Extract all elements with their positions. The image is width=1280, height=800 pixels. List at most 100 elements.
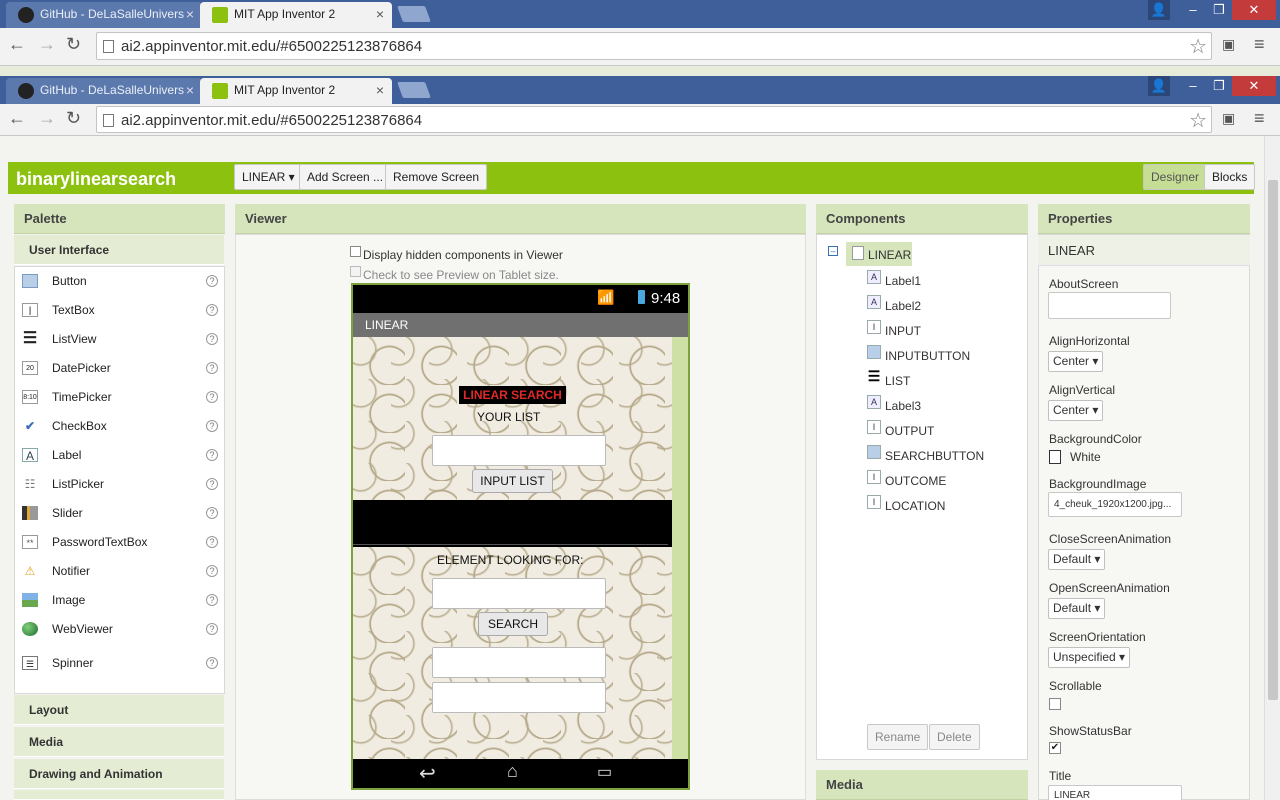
reload-icon[interactable]: ↻ — [66, 108, 81, 128]
restore-icon[interactable]: ❐ — [1206, 0, 1232, 20]
tablet-preview-checkbox[interactable] — [350, 266, 361, 277]
orientation-select[interactable]: Unspecified ▾ — [1048, 647, 1131, 668]
scrollbar-thumb[interactable] — [1268, 180, 1278, 700]
about-screen-field[interactable] — [1048, 292, 1171, 319]
help-icon[interactable]: ? — [206, 594, 218, 606]
close-icon[interactable]: × — [376, 78, 384, 102]
page-scrollbar[interactable] — [1264, 136, 1280, 800]
remove-screen-button[interactable]: Remove Screen — [385, 164, 488, 190]
palette-item-spinner[interactable]: ☰ Spinner? — [14, 649, 224, 678]
help-icon[interactable]: ? — [206, 623, 218, 635]
close-icon[interactable]: × — [186, 2, 194, 26]
palette-item-button[interactable]: Button? — [14, 267, 224, 296]
search-button[interactable]: SEARCH — [478, 612, 548, 636]
scrollable-checkbox[interactable] — [1049, 698, 1061, 710]
help-icon[interactable]: ? — [206, 362, 218, 374]
back-address-bar[interactable]: ai2.appinventor.mit.edu/#650022512387686… — [96, 32, 1212, 60]
help-icon[interactable]: ? — [206, 449, 218, 461]
show-status-bar-checkbox[interactable]: ✔ — [1049, 742, 1061, 754]
background-image-field[interactable]: 4_cheuk_1920x1200.jpg... — [1048, 492, 1182, 517]
palette-item-textbox[interactable]: I TextBox? — [14, 296, 224, 325]
tab-github[interactable]: GitHub - DeLaSalleUnivers × — [6, 78, 202, 104]
nav-recent-icon[interactable]: ▭ — [597, 762, 612, 782]
blocks-button[interactable]: Blocks — [1204, 164, 1256, 190]
close-icon[interactable]: × — [376, 2, 384, 26]
tree-root-screen[interactable]: LINEAR — [846, 242, 912, 266]
hidden-components-checkbox[interactable] — [350, 246, 361, 257]
close-window-icon[interactable]: ✕ — [1232, 76, 1276, 96]
close-icon[interactable]: × — [186, 78, 194, 102]
input-textbox[interactable] — [432, 435, 606, 466]
help-icon[interactable]: ? — [206, 275, 218, 287]
palette-item-checkbox[interactable]: ✔ CheckBox? — [14, 412, 224, 441]
collapse-icon[interactable]: – — [828, 246, 838, 256]
help-icon[interactable]: ? — [206, 333, 218, 345]
palette-item-notifier[interactable]: ⚠ Notifier? — [14, 557, 224, 586]
close-window-icon[interactable]: ✕ — [1232, 0, 1276, 20]
help-icon[interactable]: ? — [206, 420, 218, 432]
extensions-icon[interactable]: ▣ — [1222, 108, 1235, 128]
palette-item-image[interactable]: Image? — [14, 586, 224, 615]
help-icon[interactable]: ? — [206, 304, 218, 316]
help-icon[interactable]: ? — [206, 478, 218, 490]
open-animation-select[interactable]: Default ▾ — [1048, 598, 1106, 619]
palette-section-layout[interactable]: Layout — [14, 695, 224, 725]
extensions-icon[interactable]: ▣ — [1222, 34, 1235, 54]
close-animation-select[interactable]: Default ▾ — [1048, 549, 1106, 570]
palette-section-media[interactable]: Media — [14, 727, 224, 757]
palette-section-user-interface[interactable]: User Interface — [14, 235, 224, 265]
nav-back-icon[interactable]: ↩ — [419, 761, 436, 786]
user-icon[interactable]: 👤 — [1148, 0, 1170, 20]
star-icon[interactable]: ☆ — [1189, 108, 1207, 133]
address-bar[interactable]: ai2.appinventor.mit.edu/#650022512387686… — [96, 106, 1212, 133]
rename-button[interactable]: Rename — [867, 724, 929, 750]
background-color-value[interactable]: White — [1070, 450, 1101, 464]
input-list-button[interactable]: INPUT LIST — [472, 469, 553, 493]
menu-icon[interactable]: ≡ — [1254, 34, 1265, 54]
back-icon[interactable]: ← — [8, 108, 26, 128]
title-field[interactable]: LINEAR — [1048, 785, 1182, 800]
tab-appinventor[interactable]: MIT App Inventor 2 × — [200, 78, 392, 104]
back-tab-github[interactable]: GitHub - DeLaSalleUnivers × — [6, 2, 202, 28]
delete-button[interactable]: Delete — [929, 724, 980, 750]
location-textbox[interactable] — [432, 682, 606, 713]
new-tab-button[interactable] — [397, 6, 431, 22]
palette-item-slider[interactable]: Slider? — [14, 499, 224, 528]
color-swatch[interactable] — [1049, 450, 1061, 464]
palette-item-passwordtextbox[interactable]: ** PasswordTextBox? — [14, 528, 224, 557]
list-view[interactable] — [353, 500, 672, 547]
palette-item-webviewer[interactable]: WebViewer? — [14, 615, 224, 644]
help-icon[interactable]: ? — [206, 536, 218, 548]
user-icon[interactable]: 👤 — [1148, 76, 1170, 96]
help-icon[interactable]: ? — [206, 657, 218, 669]
palette-section-drawing[interactable]: Drawing and Animation — [14, 759, 224, 789]
palette-item-listpicker[interactable]: ☷ ListPicker? — [14, 470, 224, 499]
outcome-textbox[interactable] — [432, 647, 606, 678]
palette-item-listview[interactable]: ☰ ListView? — [14, 325, 224, 354]
output-textbox[interactable] — [432, 578, 606, 609]
forward-icon[interactable]: → — [38, 108, 56, 128]
palette-item-timepicker[interactable]: 8:10 TimePicker? — [14, 383, 224, 412]
minimize-icon[interactable]: – — [1180, 76, 1206, 96]
wifi-icon: 📶 — [597, 289, 615, 305]
help-icon[interactable]: ? — [206, 507, 218, 519]
add-screen-button[interactable]: Add Screen ... — [299, 164, 392, 190]
restore-icon[interactable]: ❐ — [1206, 76, 1232, 96]
designer-button[interactable]: Designer — [1143, 164, 1208, 190]
forward-icon[interactable]: → — [38, 34, 56, 54]
help-icon[interactable]: ? — [206, 565, 218, 577]
back-tab-appinventor[interactable]: MIT App Inventor 2 × — [200, 2, 392, 28]
palette-item-label[interactable]: A Label? — [14, 441, 224, 470]
menu-icon[interactable]: ≡ — [1254, 108, 1265, 128]
align-vertical-select[interactable]: Center ▾ — [1048, 400, 1104, 421]
reload-icon[interactable]: ↻ — [66, 34, 81, 54]
nav-home-icon[interactable]: ⌂ — [507, 761, 518, 782]
star-icon[interactable]: ☆ — [1189, 34, 1207, 59]
new-tab-button[interactable] — [397, 82, 431, 98]
back-icon[interactable]: ← — [8, 34, 26, 54]
palette-item-datepicker[interactable]: 20 DatePicker? — [14, 354, 224, 383]
help-icon[interactable]: ? — [206, 391, 218, 403]
minimize-icon[interactable]: – — [1180, 0, 1206, 20]
screen-select[interactable]: LINEAR ▾ — [234, 164, 303, 190]
align-horizontal-select[interactable]: Center ▾ — [1048, 351, 1104, 372]
